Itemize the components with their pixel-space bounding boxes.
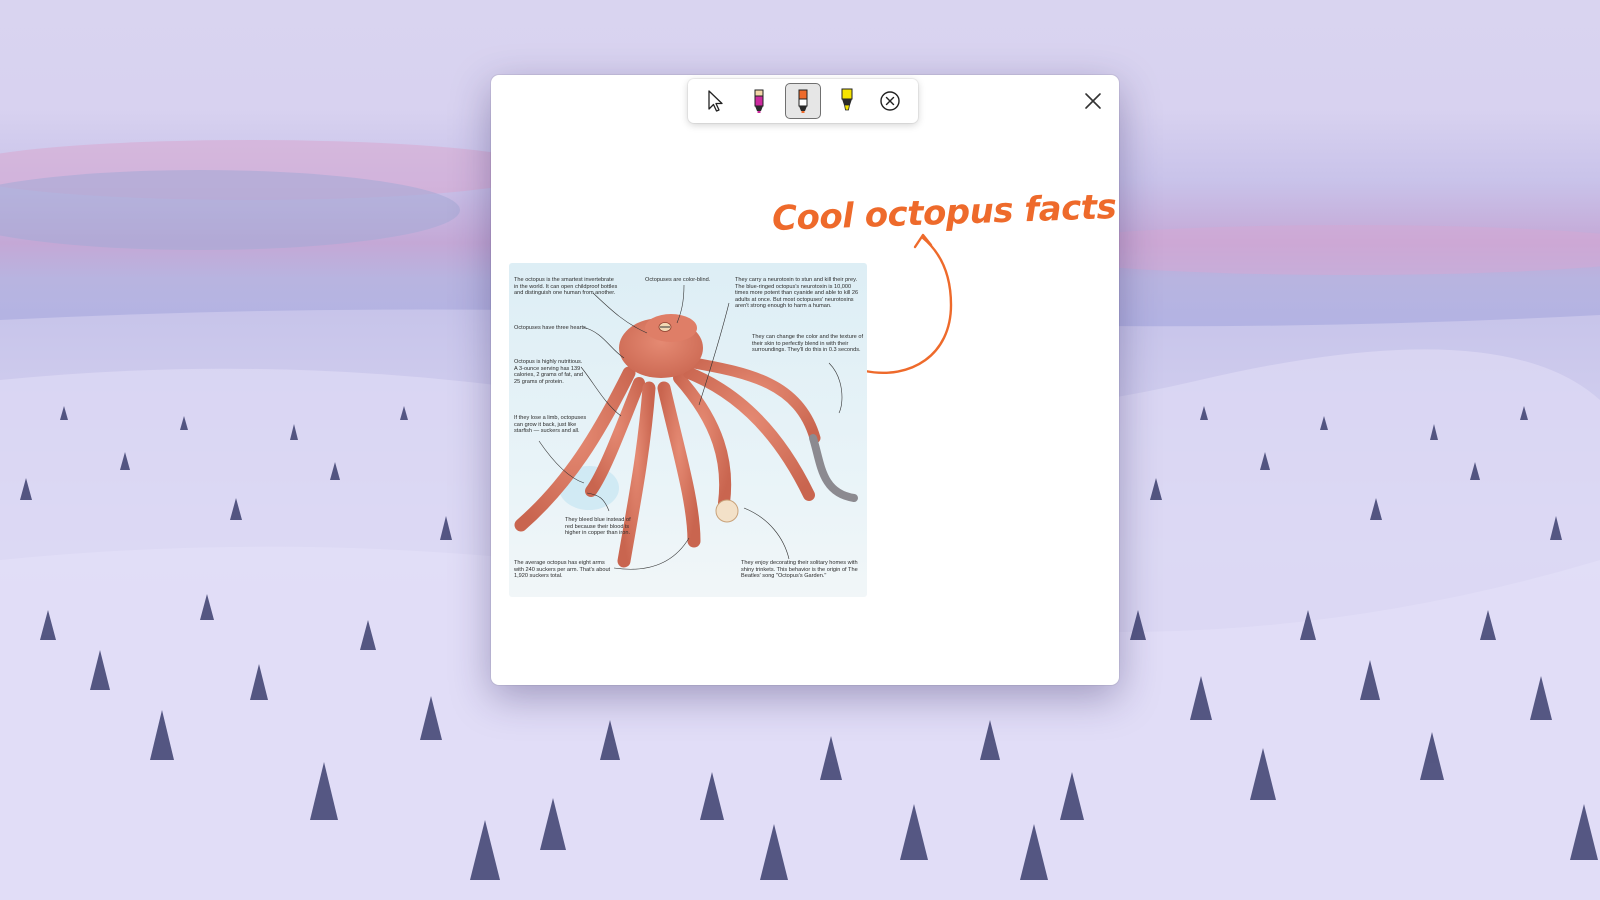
cursor-arrow-icon — [708, 90, 723, 112]
pen-icon — [754, 89, 764, 113]
fact-text: They enjoy decorating their solitary hom… — [741, 560, 858, 580]
close-icon — [1085, 93, 1101, 109]
octopus-infographic-image[interactable]: The octopus is the smartest invertebrate… — [509, 263, 867, 597]
circle-x-icon — [880, 91, 900, 111]
ink-toolbar — [688, 79, 918, 123]
close-button[interactable] — [1079, 87, 1107, 115]
highlighter-icon — [841, 88, 853, 111]
fact-text: Octopuses are color-blind. — [645, 277, 711, 283]
fact-text: Octopuses have three hearts. — [514, 325, 588, 331]
pen-tool[interactable] — [741, 83, 777, 119]
highlighter-tool[interactable] — [829, 83, 865, 119]
fact-text: Octopus is highly nutritious. A 3-ounce … — [514, 359, 584, 385]
fact-text: If they lose a limb, octopuses can grow … — [514, 415, 587, 435]
fact-text: They bleed blue instead of red because t… — [565, 517, 631, 537]
pen-icon — [798, 89, 808, 113]
ink-annotation-text[interactable]: Cool octopus facts — [771, 187, 1116, 239]
fact-text: They can change the color and the textur… — [752, 334, 864, 354]
whiteboard-window: Cool octopus facts The octopus is the sm… — [491, 75, 1119, 685]
fact-text: The average octopus has eight arms with … — [514, 560, 611, 580]
fact-text: They carry a neurotoxin to stun and kill… — [735, 277, 859, 310]
pen-tool-orange[interactable] — [784, 83, 821, 119]
select-tool[interactable] — [698, 83, 734, 119]
eraser-tool[interactable] — [872, 83, 908, 119]
fact-text: The octopus is the smartest invertebrate… — [514, 277, 618, 297]
